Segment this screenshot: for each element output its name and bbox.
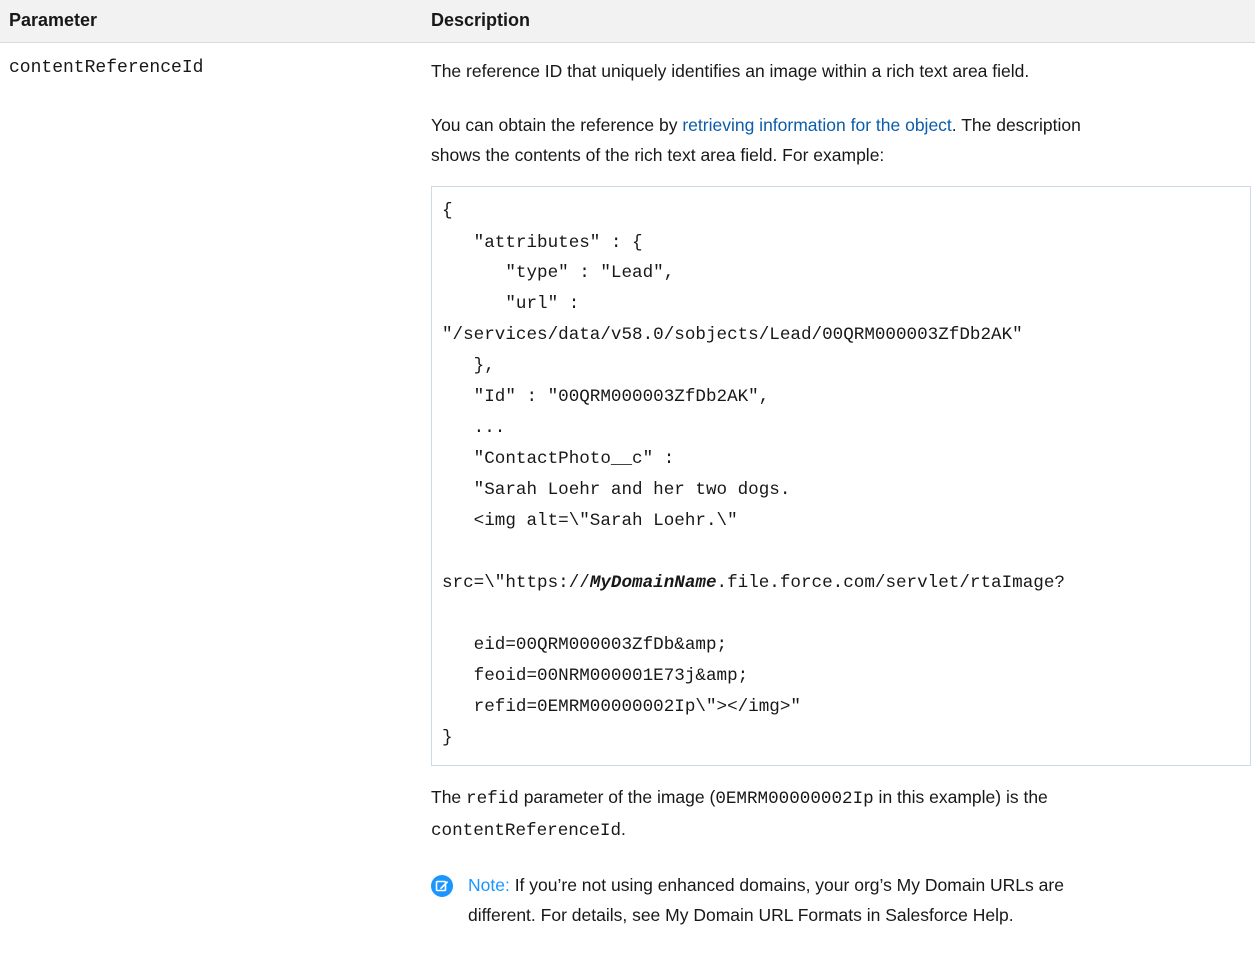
code-line: eid=00QRM000003ZfDb&amp; xyxy=(442,635,728,655)
description-paragraph: The refid parameter of the image (0EMRM0… xyxy=(431,782,1251,846)
description-text: parameter of the image ( xyxy=(518,787,716,807)
code-line: "ContactPhoto__c" : xyxy=(442,449,675,469)
description-text: The xyxy=(431,787,467,807)
inline-code: 0EMRM00000002Ip xyxy=(715,789,874,809)
code-line: "/services/data/v58.0/sobjects/Lead/00QR… xyxy=(442,325,1023,345)
description-text: . xyxy=(621,819,626,839)
code-line: { xyxy=(442,201,453,221)
inline-code: contentReferenceId xyxy=(431,821,622,841)
code-line: } xyxy=(442,728,453,748)
note-body: different. For details, see My Domain UR… xyxy=(468,905,1014,925)
code-placeholder-domain: MyDomainName xyxy=(589,573,717,593)
description-text: shows the contents of the rich text area… xyxy=(431,145,885,165)
description-text: The reference ID that uniquely identifie… xyxy=(431,61,1030,81)
code-text: src=\"https:// xyxy=(442,573,590,593)
note-body: If you’re not using enhanced domains, yo… xyxy=(509,875,1064,895)
description-paragraph: You can obtain the reference by retrievi… xyxy=(431,110,1251,170)
code-line: <img alt=\"Sarah Loehr.\" xyxy=(442,511,738,531)
code-line: "Id" : "00QRM000003ZfDb2AK", xyxy=(442,387,770,407)
code-line: refid=0EMRM00000002Ip\"></img>" xyxy=(442,697,801,717)
retrieve-object-info-link[interactable]: retrieving information for the object xyxy=(682,115,951,135)
code-text: .file.force.com/servlet/rtaImage? xyxy=(716,573,1065,593)
description-text: in this example) is the xyxy=(873,787,1048,807)
code-line: "attributes" : { xyxy=(442,233,643,253)
description-text: . The description xyxy=(951,115,1081,135)
code-example: { "attributes" : { "type" : "Lead", "url… xyxy=(431,186,1251,766)
code-line: feoid=00NRM000001E73j&amp; xyxy=(442,666,749,686)
code-line: ... xyxy=(442,418,506,438)
code-line: }, xyxy=(442,356,495,376)
column-header-parameter: Parameter xyxy=(9,10,98,30)
description-text: You can obtain the reference by xyxy=(431,115,683,135)
code-line: "Sarah Loehr and her two dogs. xyxy=(442,480,791,500)
table-header-row: Parameter Description xyxy=(0,0,1255,43)
code-line: src=\"https://MyDomainName.file.force.co… xyxy=(442,573,1065,593)
code-line: "type" : "Lead", xyxy=(442,263,675,283)
description-line: The reference ID that uniquely identifie… xyxy=(431,56,1251,86)
note-text: Note: If you’re not using enhanced domai… xyxy=(468,870,1255,930)
parameter-name: contentReferenceId xyxy=(9,58,204,78)
note-label: Note: xyxy=(468,875,510,895)
column-header-description: Description xyxy=(431,10,531,30)
code-line: "url" : xyxy=(442,294,580,314)
note-edit-icon xyxy=(431,875,453,897)
inline-code: refid xyxy=(466,789,519,809)
